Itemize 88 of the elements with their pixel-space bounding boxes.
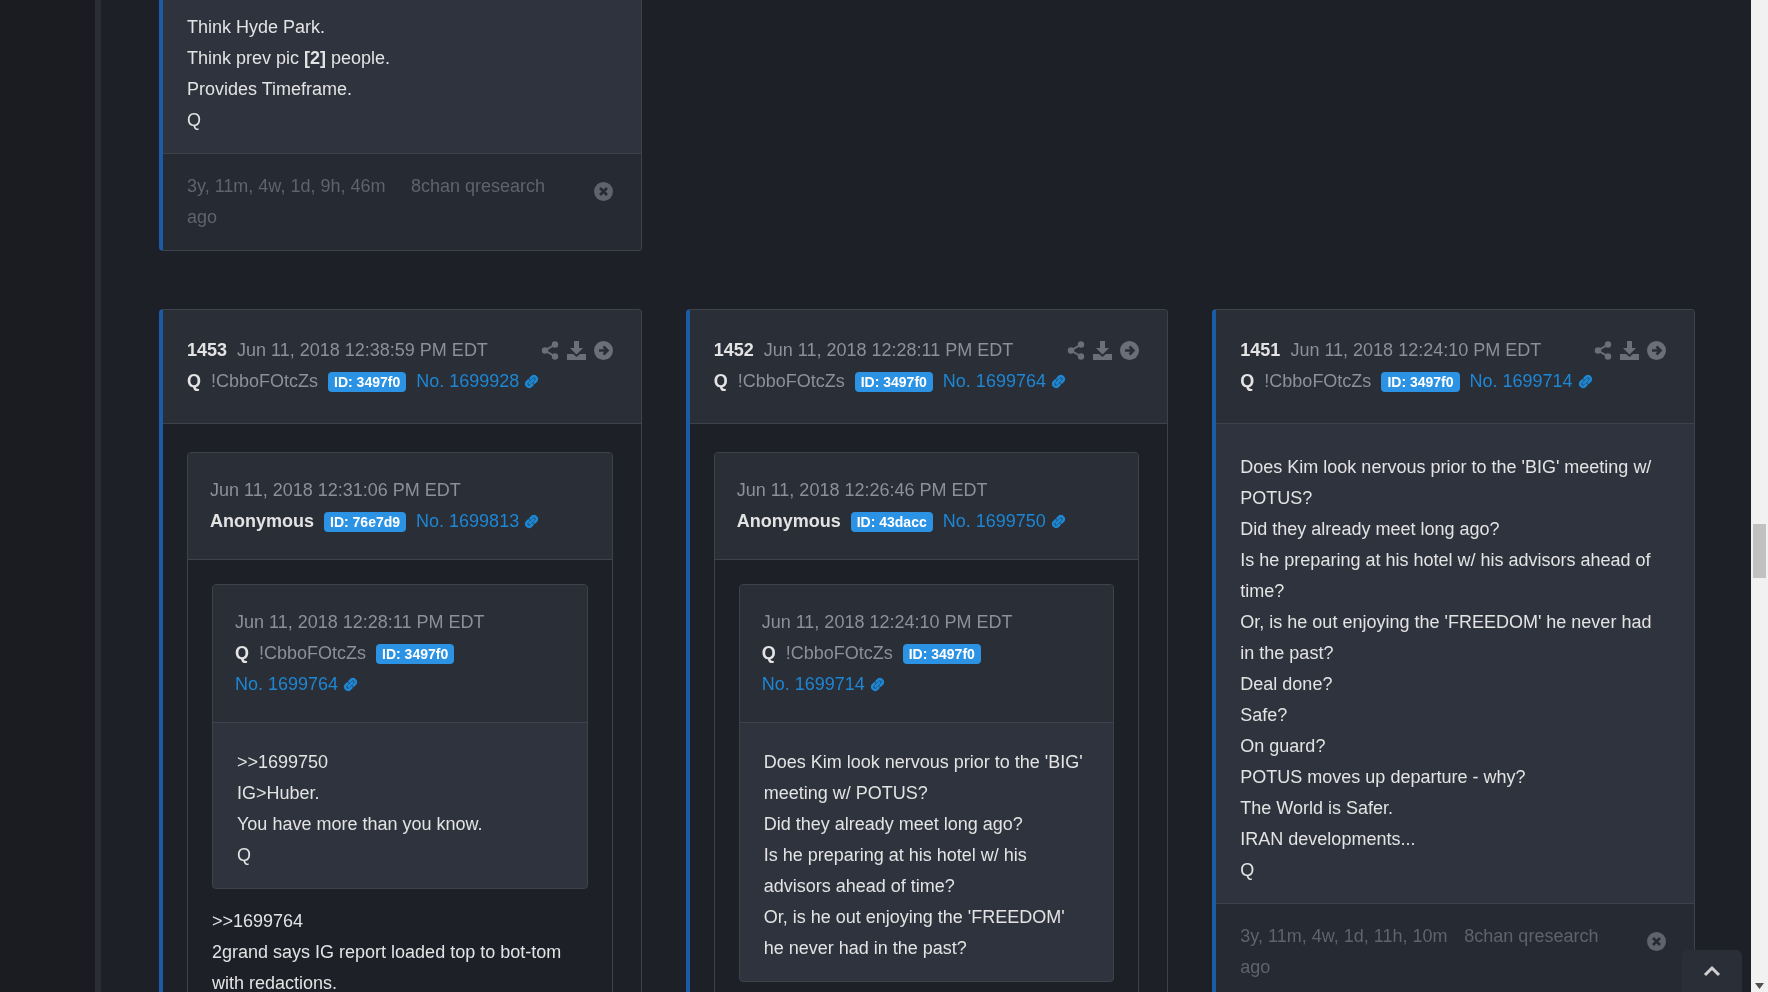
post-index: 1453	[187, 339, 228, 362]
post-text-line: Safe?	[1240, 704, 1289, 727]
post-number-link[interactable]: No. 1699714	[761, 669, 886, 700]
post-index: 1452	[713, 339, 754, 362]
post-text-line: Deal done?	[1240, 673, 1334, 696]
post-text-line: 2grand says IG report loaded top to bot-tom with redactions.	[212, 941, 563, 992]
post-text-line: Think prev pic [2] people.	[187, 47, 392, 70]
link-icon	[523, 373, 541, 390]
author-name: Q	[1240, 370, 1255, 393]
close-icon[interactable]	[1647, 931, 1666, 951]
link-icon	[868, 676, 886, 693]
post-index: 1451	[1240, 339, 1281, 362]
tripcode: !CbboFOtcZs	[737, 370, 845, 393]
post-text-line: >>1699750	[237, 751, 330, 774]
id-badge: ID: 76e7d9	[324, 511, 407, 532]
post-number-link[interactable]: No. 1699813	[416, 506, 541, 537]
id-badge: ID: 3497f0	[376, 643, 455, 664]
post-text-line: Did they already meet long ago?	[763, 813, 1024, 836]
post-text-line: Or, is he out enjoying the 'FREEDOM' he never had in the past?	[1240, 611, 1653, 665]
author-name: Q	[761, 642, 776, 665]
share-icon[interactable]	[1594, 341, 1612, 360]
post-text-line: Q	[1240, 859, 1256, 882]
post-number-link[interactable]: No. 1699928	[416, 366, 541, 397]
post-text-line: Did they already meet long ago?	[1240, 518, 1501, 541]
author-name: Q	[235, 642, 249, 665]
link-icon	[1049, 373, 1067, 390]
close-icon[interactable]	[593, 181, 613, 201]
post-text-line: The World is Safer.	[1240, 797, 1395, 820]
post-text-line: Q	[237, 844, 252, 867]
post-date: Jun 11, 2018 12:24:10 PM EDT	[1290, 339, 1542, 362]
post-date: Jun 11, 2018 12:31:06 PM EDT	[210, 479, 462, 502]
post-number-link[interactable]: No. 1699714	[1469, 366, 1594, 397]
download-icon[interactable]	[1093, 341, 1113, 360]
post-text-line: Q	[187, 109, 202, 132]
post-number-link[interactable]: No. 1699764	[235, 669, 360, 700]
post-text-line: Does Kim look nervous prior to the 'BIG' meeting w/ POTUS?	[1240, 456, 1653, 510]
post-number-link[interactable]: No. 1699750	[942, 506, 1067, 537]
post-age: 3y, 11m, 4w, 1d, 11h, 10m ago	[1240, 925, 1449, 979]
chevron-up-icon	[1703, 965, 1721, 977]
post-text-line: >>1699764	[212, 910, 305, 933]
link-icon	[523, 513, 541, 530]
post-text-line: You have more than you know.	[237, 813, 484, 836]
arrow-right-circle-icon[interactable]	[1120, 341, 1140, 360]
scroll-down-icon[interactable]	[1755, 983, 1764, 989]
tripcode: !CbboFOtcZs	[785, 642, 893, 665]
post-text-line: Think Hyde Park.	[187, 16, 327, 39]
post-text-line: On guard?	[1240, 735, 1327, 758]
source-label: 8chan qresearch	[411, 175, 547, 198]
post-text-line: Is he preparing at his hotel w/ his advisors ahead of time?	[763, 844, 1028, 898]
post-date: Jun 11, 2018 12:28:11 PM EDT	[763, 339, 1014, 362]
scrollbar[interactable]	[1751, 0, 1768, 992]
download-icon[interactable]	[1620, 341, 1639, 360]
scrollbar-thumb[interactable]	[1753, 524, 1766, 578]
link-icon	[1576, 373, 1594, 390]
tripcode: !CbboFOtcZs	[211, 370, 319, 393]
download-icon[interactable]	[566, 341, 586, 360]
id-badge: ID: 43dacc	[850, 511, 933, 532]
arrow-right-circle-icon[interactable]	[593, 341, 613, 360]
post-date: Jun 11, 2018 12:26:46 PM EDT	[736, 479, 989, 502]
author-name: Q	[187, 370, 201, 393]
post-age: 3y, 11m, 4w, 1d, 9h, 46m ago	[187, 175, 387, 229]
author-name: Anonymous	[210, 510, 314, 533]
author-name: Anonymous	[736, 510, 841, 533]
post-text-line: Or, is he out enjoying the 'FREEDOM' he never had in the past?	[763, 906, 1066, 960]
post-text-line: POTUS moves up departure - why?	[1240, 766, 1527, 789]
author-name: Q	[713, 370, 728, 393]
arrow-right-circle-icon[interactable]	[1647, 341, 1666, 360]
post-date: Jun 11, 2018 12:28:11 PM EDT	[235, 611, 486, 634]
post-date: Jun 11, 2018 12:38:59 PM EDT	[237, 339, 488, 362]
id-badge: ID: 3497f0	[854, 371, 933, 392]
post-text-line: Does Kim look nervous prior to the 'BIG' meeting w/ POTUS?	[763, 751, 1084, 805]
share-icon[interactable]	[540, 341, 559, 360]
post-text-line: IRAN developments...	[1240, 828, 1417, 851]
tripcode: !CbboFOtcZs	[1264, 370, 1372, 393]
id-badge: ID: 3497f0	[1381, 371, 1460, 392]
id-badge: ID: 3497f0	[328, 371, 407, 392]
source-label: 8chan qresearch	[1464, 925, 1600, 948]
share-icon[interactable]	[1067, 341, 1086, 360]
id-badge: ID: 3497f0	[902, 643, 981, 664]
post-text-line: IG>Huber.	[237, 782, 321, 805]
link-icon	[342, 676, 360, 693]
post-text-line: Provides Timeframe.	[187, 78, 354, 101]
post-date: Jun 11, 2018 12:24:10 PM EDT	[761, 611, 1014, 634]
link-icon	[1049, 513, 1067, 530]
scroll-to-top-button[interactable]	[1682, 950, 1742, 992]
tripcode: !CbboFOtcZs	[259, 642, 367, 665]
post-text-line: Is he preparing at his hotel w/ his advisors ahead of time?	[1240, 549, 1652, 603]
post-number-link[interactable]: No. 1699764	[942, 366, 1067, 397]
